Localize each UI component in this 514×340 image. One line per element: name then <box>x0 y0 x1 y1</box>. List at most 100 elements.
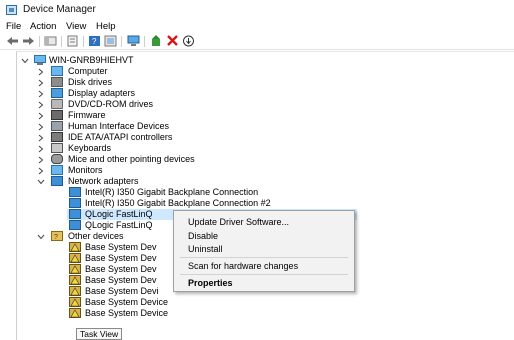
toolbar-separator <box>61 36 62 47</box>
ide-controller-icon <box>51 132 63 142</box>
properties-icon[interactable] <box>66 35 79 47</box>
expand-chevron-icon[interactable] <box>37 167 45 175</box>
tree-category[interactable]: Firmware <box>37 110 237 121</box>
network-adapter-icon <box>69 198 81 208</box>
disable-icon[interactable] <box>182 35 195 47</box>
tree-root[interactable]: WIN-GNRB9HIEHVT <box>21 55 221 66</box>
collapse-chevron-icon[interactable] <box>37 233 45 241</box>
expand-chevron-icon[interactable] <box>37 101 45 109</box>
tree-device[interactable]: Base System Dev <box>69 242 179 253</box>
warning-device-icon <box>69 308 81 318</box>
tree-category[interactable]: Monitors <box>37 165 237 176</box>
expand-chevron-icon[interactable] <box>37 145 45 153</box>
menu-separator <box>180 257 348 258</box>
dvd-drive-icon <box>51 99 63 109</box>
expand-chevron-icon[interactable] <box>37 156 45 164</box>
collapse-chevron-icon[interactable] <box>37 178 45 186</box>
device-label: QLogic FastLinQ <box>85 220 153 230</box>
other-devices-icon: ? <box>51 231 63 241</box>
tree-device[interactable]: Intel(R) I350 Gigabit Backplane Connecti… <box>69 187 329 198</box>
network-adapter-icon <box>69 209 81 219</box>
mouse-icon <box>51 154 63 164</box>
disk-drive-icon <box>51 77 63 87</box>
device-label: Base System Dev <box>85 253 157 263</box>
computer-icon <box>34 55 46 65</box>
category-label: IDE ATA/ATAPI controllers <box>68 132 173 142</box>
tree-category[interactable]: ? Other devices <box>37 231 187 242</box>
category-label: Monitors <box>68 165 103 175</box>
tree-device[interactable]: Intel(R) I350 Gigabit Backplane Connecti… <box>69 198 329 209</box>
category-label: Display adapters <box>68 88 136 98</box>
show-hide-tree-icon[interactable] <box>44 35 57 47</box>
scan-hardware-icon[interactable] <box>127 35 140 47</box>
tree-device[interactable]: Base System Dev <box>69 253 179 264</box>
expand-chevron-icon[interactable] <box>37 134 45 142</box>
tree-device[interactable]: QLogic FastLinQ <box>69 220 179 231</box>
uninstall-icon[interactable] <box>166 35 179 47</box>
network-adapter-icon <box>69 187 81 197</box>
expand-chevron-icon[interactable] <box>37 90 45 98</box>
tree-category[interactable]: DVD/CD-ROM drives <box>37 99 237 110</box>
device-label: Base System Device <box>85 308 169 318</box>
tree-category[interactable]: Network adapters <box>37 176 237 187</box>
tree-category[interactable]: Human Interface Devices <box>37 121 257 132</box>
warning-device-icon <box>69 253 81 263</box>
menu-view[interactable]: View <box>66 21 86 32</box>
tree-category[interactable]: IDE ATA/ATAPI controllers <box>37 132 257 143</box>
context-menu: Update Driver Software... Disable Uninst… <box>173 210 355 292</box>
expand-chevron-icon[interactable] <box>37 112 45 120</box>
category-label: Firmware <box>68 110 106 120</box>
expand-chevron-icon[interactable] <box>37 79 45 87</box>
collapse-chevron-icon[interactable] <box>21 57 29 65</box>
help-icon[interactable]: ? <box>88 35 101 47</box>
computer-icon <box>51 66 63 76</box>
category-label: DVD/CD-ROM drives <box>68 99 154 109</box>
firmware-icon <box>51 110 63 120</box>
keyboard-icon <box>51 143 63 153</box>
device-label: Intel(R) I350 Gigabit Backplane Connecti… <box>85 198 271 208</box>
tree-device[interactable]: Base System Device <box>69 308 199 319</box>
monitor-icon <box>51 165 63 175</box>
back-icon[interactable] <box>6 35 19 47</box>
tree-device[interactable]: Base System Device <box>69 297 199 308</box>
tree-device[interactable]: Base System Dev <box>69 264 179 275</box>
tree-category[interactable]: Keyboards <box>37 143 237 154</box>
category-label: Mice and other pointing devices <box>68 154 195 164</box>
device-label: Base System Devi <box>85 286 159 296</box>
tree-device[interactable]: Base System Devi <box>69 286 179 297</box>
menu-help[interactable]: Help <box>96 21 116 32</box>
menu-action[interactable]: Action <box>30 21 56 32</box>
svg-text:?: ? <box>92 37 97 46</box>
tree-category[interactable]: Mice and other pointing devices <box>37 154 277 165</box>
disable-menu-item[interactable]: Disable <box>188 231 218 241</box>
uninstall-menu-item[interactable]: Uninstall <box>188 244 223 254</box>
tree-category[interactable]: Disk drives <box>37 77 237 88</box>
toolbar-separator <box>144 36 145 47</box>
device-label: Base System Device <box>85 297 169 307</box>
device-label: Base System Dev <box>85 264 157 274</box>
update-driver-icon[interactable] <box>150 35 163 47</box>
toolbar-separator <box>39 36 40 47</box>
category-label: Computer <box>68 66 108 76</box>
tree-category[interactable]: Display adapters <box>37 88 237 99</box>
expand-chevron-icon[interactable] <box>37 68 45 76</box>
tree-category[interactable]: Computer <box>37 66 237 77</box>
device-tree[interactable]: WIN-GNRB9HIEHVT Computer Disk drives Dis… <box>16 51 514 340</box>
update-driver-menu-item[interactable]: Update Driver Software... <box>188 217 289 227</box>
category-label: Human Interface Devices <box>68 121 170 131</box>
tree-device[interactable]: Base System Dev <box>69 275 179 286</box>
title-bar: Device Manager <box>0 0 514 20</box>
display-adapter-icon <box>51 88 63 98</box>
device-label: Base System Dev <box>85 242 157 252</box>
scan-hardware-menu-item[interactable]: Scan for hardware changes <box>188 261 298 271</box>
warning-device-icon <box>69 264 81 274</box>
warning-device-icon <box>69 275 81 285</box>
menu-separator <box>180 274 348 275</box>
task-view-tooltip: Task View <box>76 328 123 340</box>
expand-chevron-icon[interactable] <box>37 123 45 131</box>
forward-icon[interactable] <box>22 35 35 47</box>
svg-text:?: ? <box>54 234 58 241</box>
properties-menu-item[interactable]: Properties <box>188 278 233 288</box>
show-hidden-icon[interactable] <box>104 35 117 47</box>
menu-file[interactable]: File <box>6 21 21 32</box>
